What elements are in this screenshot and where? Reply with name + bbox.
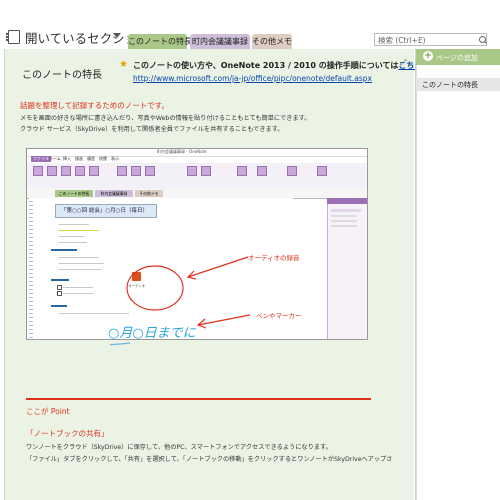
screenshot-window-title: 町内会議議事録 - OneNote <box>157 149 207 154</box>
add-page-label[interactable]: ページの追加 <box>436 53 478 63</box>
screenshot-ribbon-icon <box>287 166 297 176</box>
screenshot-checkbox <box>57 285 62 290</box>
screenshot-text-line <box>59 263 104 264</box>
pen-arrow <box>197 314 251 326</box>
usage-note: このノートの使い方や、OneNote 2013 / 2010 の操作手順について… <box>133 60 438 71</box>
screenshot-ribbon-icon <box>117 166 127 176</box>
divider <box>26 398 371 400</box>
screenshot-text-line <box>63 293 93 294</box>
screenshot-ribbon-icon <box>61 166 71 176</box>
screenshot-heading <box>51 279 69 281</box>
screenshot-ribbon-tab: 表示 <box>111 156 119 161</box>
screenshot-ribbon-icon <box>237 166 247 176</box>
screenshot-note-header-text: 「第○○回 総会」○月○日（毎日） <box>61 208 148 214</box>
page-list-item-label[interactable]: このノートの特長 <box>422 80 478 90</box>
search-input[interactable]: 検索 (Ctrl+E) <box>374 33 487 46</box>
screenshot-page-list-item <box>331 215 357 217</box>
page-list-panel <box>416 49 500 500</box>
audio-highlight-circle <box>126 265 184 311</box>
screenshot-page-list-header <box>327 198 367 204</box>
screenshot-ribbon-icon <box>75 166 85 176</box>
lead-text: 話題を整理して記録するためのノートです。 <box>20 101 170 110</box>
section-body-1: ワンノートをクラウド（SkyDrive）に保存して、他のPC、スマートフォンでア… <box>26 444 332 451</box>
screenshot-ribbon-icon <box>89 166 99 176</box>
screenshot-text-line <box>59 224 89 225</box>
screenshot-heading <box>51 305 67 307</box>
tab-features[interactable]: このノートの特長 <box>128 34 192 49</box>
plus-icon[interactable]: + <box>423 51 433 61</box>
audio-arrow <box>187 256 249 278</box>
screenshot-text-line <box>59 236 84 237</box>
pen-stroke <box>110 342 131 346</box>
star-icon: ★ <box>119 59 128 70</box>
screenshot-ribbon-tab: 校閲 <box>99 156 107 161</box>
screenshot-ribbon-icon <box>201 166 211 176</box>
tab-other-memo[interactable]: その他メモ <box>252 34 292 49</box>
section-body-2: 「ファイル」タブをクリックして、「共有」を選択して、「ノートブックの移動」をクリ… <box>26 456 393 463</box>
page-title[interactable]: このノートの特長 <box>22 66 102 81</box>
usage-note-text: このノートの使い方や、OneNote 2013 / 2010 の操作手順について… <box>133 61 399 70</box>
screenshot-ribbon-icon <box>187 166 197 176</box>
screenshot-ribbon-tab: ホーム <box>49 156 61 161</box>
screenshot-ribbon-icon <box>47 166 57 176</box>
screenshot-page-list-item <box>331 220 357 222</box>
chevron-down-icon[interactable] <box>113 33 121 38</box>
screenshot-section-tab: その他メモ <box>135 190 163 197</box>
screenshot-ribbon-icon <box>317 166 327 176</box>
screenshot-page-list-item <box>331 225 357 227</box>
screenshot-heading <box>51 249 77 251</box>
screenshot-ribbon-tab: 挿入 <box>63 156 71 161</box>
screenshot-ribbon-tab: 履歴 <box>87 156 95 161</box>
handwritten-text: ○月○日までに <box>108 326 196 341</box>
body-text-1: メモを画面の好きな場所に書き込んだり、写真やWebの情報を貼り付けることもとても… <box>20 115 311 122</box>
screenshot-ribbon-tab: ファイル <box>31 156 51 162</box>
screenshot-ribbon-icon <box>145 166 155 176</box>
screenshot-text-line <box>63 287 93 288</box>
tab-meeting-minutes[interactable]: 町内会議議事録 <box>190 34 250 49</box>
screenshot-ribbon-icon <box>33 166 43 176</box>
annotation-pen: ペンやマーカー <box>256 312 302 320</box>
screenshot-section-tab: このノートの特長 <box>55 190 93 197</box>
notebook-icon[interactable] <box>6 30 20 44</box>
screenshot-page-list-item <box>331 209 361 212</box>
screenshot-ribbon-icon <box>257 166 267 176</box>
screenshot-ribbon-tab: 描画 <box>75 156 83 161</box>
screenshot-text-line <box>59 257 99 258</box>
body-text-2: クラウド サービス（SkyDrive）を利用して関係者全員でファイルを共有するこ… <box>20 126 284 133</box>
section-title: 「ノートブックの共有」 <box>26 429 109 438</box>
point-heading: ここが Point <box>26 407 70 416</box>
reference-url-link[interactable]: http://www.microsoft.com/ja-jp/office/pi… <box>133 74 372 83</box>
screenshot-ribbon-icon <box>131 166 141 176</box>
screenshot-checkbox <box>57 291 62 296</box>
screenshot-section-tab: 町内会議議事録 <box>95 190 133 197</box>
annotation-overlay <box>110 256 251 346</box>
search-icon[interactable] <box>479 36 486 43</box>
screenshot-text-line <box>59 269 101 270</box>
screenshot-text-line <box>59 242 87 243</box>
annotation-audio: オーディオの録音 <box>248 254 300 262</box>
screenshot-text-line <box>59 230 99 231</box>
